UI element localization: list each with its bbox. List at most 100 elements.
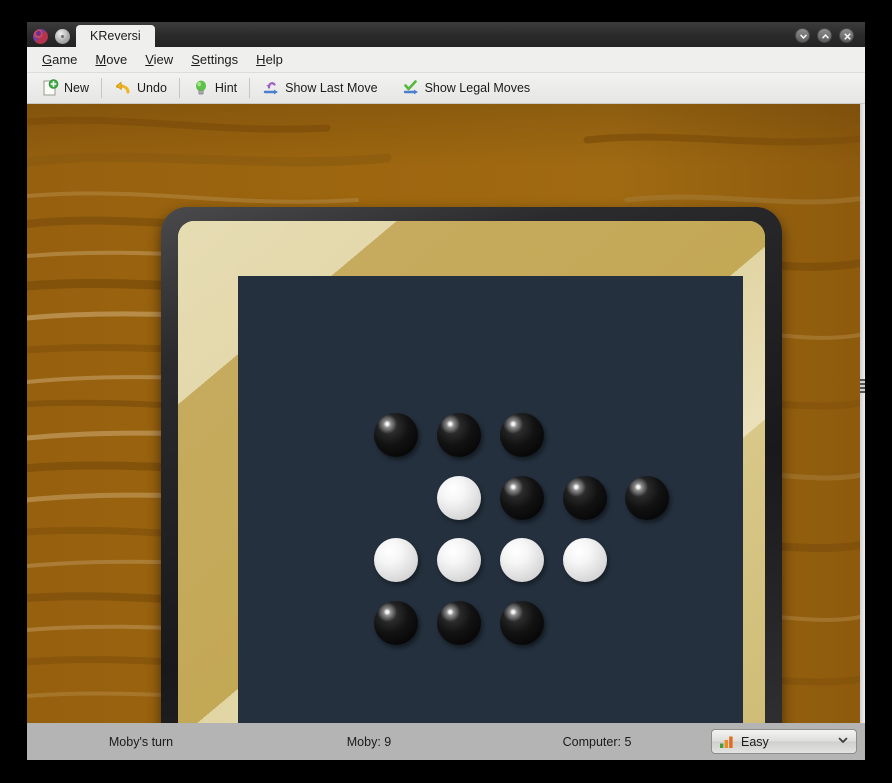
toolbar: New Undo Hint Show Last Move Show Legal … [27,73,865,104]
board-cell[interactable] [429,279,489,339]
black-piece [374,412,419,457]
board-cell[interactable] [492,405,552,465]
board-cell[interactable] [241,656,301,716]
board-cell[interactable] [618,593,678,653]
board-cell[interactable] [618,531,678,591]
board-inner [178,221,765,723]
menu-item-help[interactable]: Help [247,49,292,70]
board-cell[interactable] [680,279,740,339]
hint-button[interactable]: Hint [185,77,244,99]
board-cell[interactable] [618,468,678,528]
board-cell[interactable] [492,531,552,591]
white-piece [437,538,482,583]
board-cell[interactable] [429,342,489,402]
board-cell[interactable] [555,468,615,528]
window-tab-kreversi[interactable]: KReversi [76,25,155,47]
board-cell[interactable] [680,468,740,528]
board-cell[interactable] [492,656,552,716]
new-document-icon [41,79,59,97]
board-cell[interactable] [492,279,552,339]
board-cell[interactable] [367,279,427,339]
menu-item-settings[interactable]: Settings [182,49,247,70]
grey-circle-icon[interactable] [55,29,70,44]
white-piece [562,538,607,583]
board-cell[interactable] [555,531,615,591]
board-cell[interactable] [241,468,301,528]
black-piece [499,601,544,646]
difficulty-bars-icon [719,735,735,749]
black-piece [437,601,482,646]
board-cell[interactable] [304,468,364,528]
board-cell[interactable] [367,468,427,528]
board-frame [161,207,782,723]
show-legal-moves-button[interactable]: Show Legal Moves [395,77,538,99]
menu-item-view[interactable]: View [136,49,182,70]
new-game-label: New [64,81,90,95]
title-bar-icons [27,29,76,47]
window-controls [795,28,865,47]
board-cell[interactable] [555,405,615,465]
black-piece [625,475,670,520]
board-cell[interactable] [304,593,364,653]
last-move-arrow-icon [262,79,280,97]
scrollbar-grip[interactable] [860,379,865,393]
board-cell[interactable] [680,656,740,716]
board-cell[interactable] [367,656,427,716]
board-cell[interactable] [241,593,301,653]
game-board-grid[interactable] [238,276,743,723]
hint-label: Hint [214,81,238,95]
show-last-move-button[interactable]: Show Last Move [255,77,384,99]
close-button[interactable] [839,28,854,43]
board-cell[interactable] [429,656,489,716]
board-cell[interactable] [618,405,678,465]
board-cell[interactable] [241,279,301,339]
board-cell[interactable] [241,342,301,402]
board-cell[interactable] [429,468,489,528]
board-cell[interactable] [429,405,489,465]
board-cell[interactable] [618,342,678,402]
board-cell[interactable] [555,656,615,716]
board-cell[interactable] [618,656,678,716]
board-cell[interactable] [618,279,678,339]
title-bar: KReversi [27,22,865,47]
undo-button[interactable]: Undo [107,77,174,99]
board-cell[interactable] [680,531,740,591]
turn-status: Moby's turn [108,734,174,749]
board-cell[interactable] [367,342,427,402]
status-bar: Moby's turn Moby: 9 Computer: 5 Easy [27,723,865,760]
board-cell[interactable] [304,531,364,591]
minimize-button[interactable] [795,28,810,43]
toolbar-separator-3 [249,78,251,98]
undo-label: Undo [137,81,167,95]
board-cell[interactable] [555,342,615,402]
maximize-button[interactable] [817,28,832,43]
board-cell[interactable] [367,593,427,653]
difficulty-value: Easy [741,734,769,749]
right-scrollbar[interactable] [860,104,865,723]
board-cell[interactable] [241,405,301,465]
board-cell[interactable] [367,531,427,591]
board-cell[interactable] [492,468,552,528]
menu-item-game[interactable]: Game [33,49,86,70]
board-cell[interactable] [304,656,364,716]
board-cell[interactable] [367,405,427,465]
board-cell[interactable] [680,342,740,402]
white-piece [499,538,544,583]
menu-item-move[interactable]: Move [86,49,136,70]
board-cell[interactable] [304,279,364,339]
board-cell[interactable] [680,593,740,653]
difficulty-select[interactable]: Easy [711,729,857,754]
board-cell[interactable] [429,531,489,591]
board-cell[interactable] [555,279,615,339]
board-cell[interactable] [555,593,615,653]
board-cell[interactable] [304,342,364,402]
board-cell[interactable] [492,593,552,653]
board-cell[interactable] [492,342,552,402]
board-cell[interactable] [680,405,740,465]
new-game-button[interactable]: New [34,77,96,99]
chevron-down-icon[interactable] [837,734,849,749]
board-cell[interactable] [241,531,301,591]
board-cell[interactable] [304,405,364,465]
show-legal-moves-label: Show Legal Moves [424,81,531,95]
board-cell[interactable] [429,593,489,653]
